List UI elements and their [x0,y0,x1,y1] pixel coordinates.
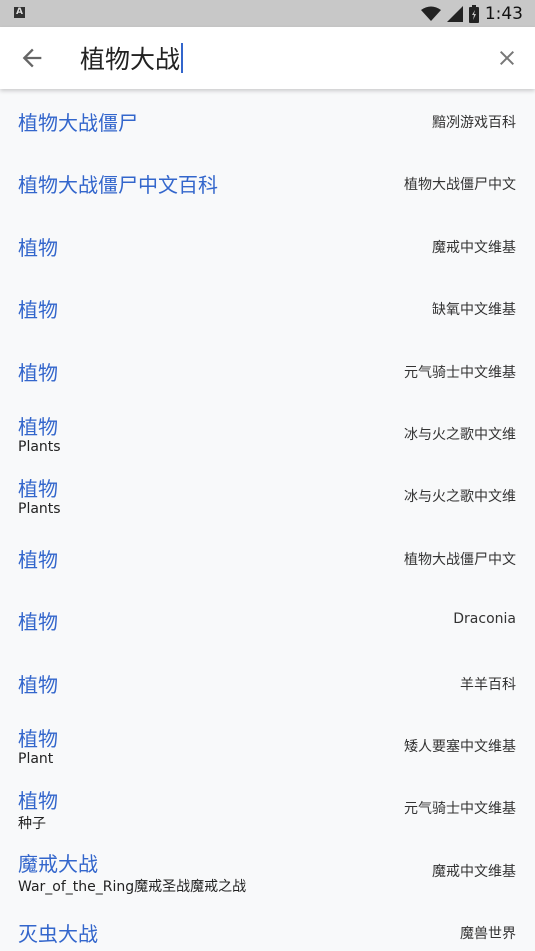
status-icons: 1:43 [420,3,523,25]
result-title: 植物 [18,477,58,502]
text-caret [181,43,184,73]
search-result-item[interactable]: 植物 Draconia [0,588,535,650]
search-result-item[interactable]: 植物大战僵尸 黯冽游戏百科 [0,89,535,151]
search-result-item[interactable]: 植物种子 元气骑士中文维基 [0,775,535,837]
result-subtitle: War_of_the_Ring魔戒圣战魔戒之战 [18,878,247,895]
search-result-item[interactable]: 植物 植物大战僵尸中文 [0,526,535,588]
result-wiki-name: 羊羊百科 [460,676,516,693]
result-subtitle: 种子 [18,816,46,833]
back-arrow-icon[interactable] [18,44,46,72]
search-result-item[interactable]: 植物 缺氧中文维基 [0,276,535,338]
result-wiki-name: 缺氧中文维基 [432,302,516,319]
result-wiki-name: 魔戒中文维基 [432,239,516,256]
result-title: 植物 [18,610,58,635]
search-bar: 植物大战 [0,27,535,89]
search-result-item[interactable]: 植物大战僵尸中文百科 植物大战僵尸中文 [0,151,535,213]
close-icon[interactable] [495,46,519,70]
search-result-item[interactable]: 植物 元气骑士中文维基 [0,339,535,401]
result-wiki-name: 冰与火之歌中文维 [404,426,516,443]
result-wiki-name: 黯冽游戏百科 [432,115,516,131]
result-wiki-name: 植物大战僵尸中文 [404,551,516,568]
result-title: 植物 [18,235,58,260]
result-subtitle: Plants [18,501,61,518]
search-result-item[interactable]: 植物 羊羊百科 [0,651,535,713]
result-title: 植物 [18,360,58,385]
result-title: 植物 [18,298,58,323]
result-wiki-name: 元气骑士中文维基 [404,364,516,381]
result-wiki-name: 植物大战僵尸中文 [404,177,516,194]
result-subtitle: Plants [18,438,61,455]
search-query[interactable]: 植物大战 [80,40,180,76]
result-title: 植物大战僵尸中文百科 [18,173,218,198]
result-wiki-name: Draconia [453,611,516,628]
result-wiki-name: 魔兽世界 [460,926,516,943]
search-result-item[interactable]: 植物 Plants 冰与火之歌中文维 [0,463,535,525]
result-title: 植物大战僵尸 [18,111,138,135]
status-bar: A 1:43 [0,0,535,27]
search-result-item[interactable]: 魔戒大战 War_of_the_Ring魔戒圣战魔戒之战 魔戒中文维基 [0,838,535,900]
result-wiki-name: 魔戒中文维基 [432,863,516,880]
result-title: 植物 [18,414,58,439]
search-result-item[interactable]: 植物 魔戒中文维基 [0,214,535,276]
battery-icon [468,5,479,23]
search-result-item[interactable]: 植物 Plants 冰与火之歌中文维 [0,401,535,463]
search-results-list: 植物大战僵尸 黯冽游戏百科 植物大战僵尸中文百科 植物大战僵尸中文 植物 魔戒中文维基 植物… [0,89,535,946]
result-wiki-name: 矮人要塞中文维基 [404,738,516,755]
result-title: 魔戒大战 [18,851,98,876]
app-notification-icon: A [14,7,25,18]
result-title: 植物 [18,547,58,572]
result-subtitle: Plant [18,750,54,767]
result-title: 灭虫大战 [18,922,98,947]
result-wiki-name: 元气骑士中文维基 [404,801,516,818]
search-result-item[interactable]: 灭虫大战 魔兽世界 [0,900,535,946]
search-input[interactable]: 植物大战 [80,39,184,77]
status-time: 1:43 [484,4,523,24]
wifi-icon [420,6,441,21]
result-wiki-name: 冰与火之歌中文维 [404,489,516,506]
search-result-item[interactable]: 植物 Plant 矮人要塞中文维基 [0,713,535,775]
result-title: 植物 [18,726,58,751]
result-title: 植物 [18,672,58,697]
signal-icon [446,6,463,22]
result-title: 植物 [18,789,58,814]
